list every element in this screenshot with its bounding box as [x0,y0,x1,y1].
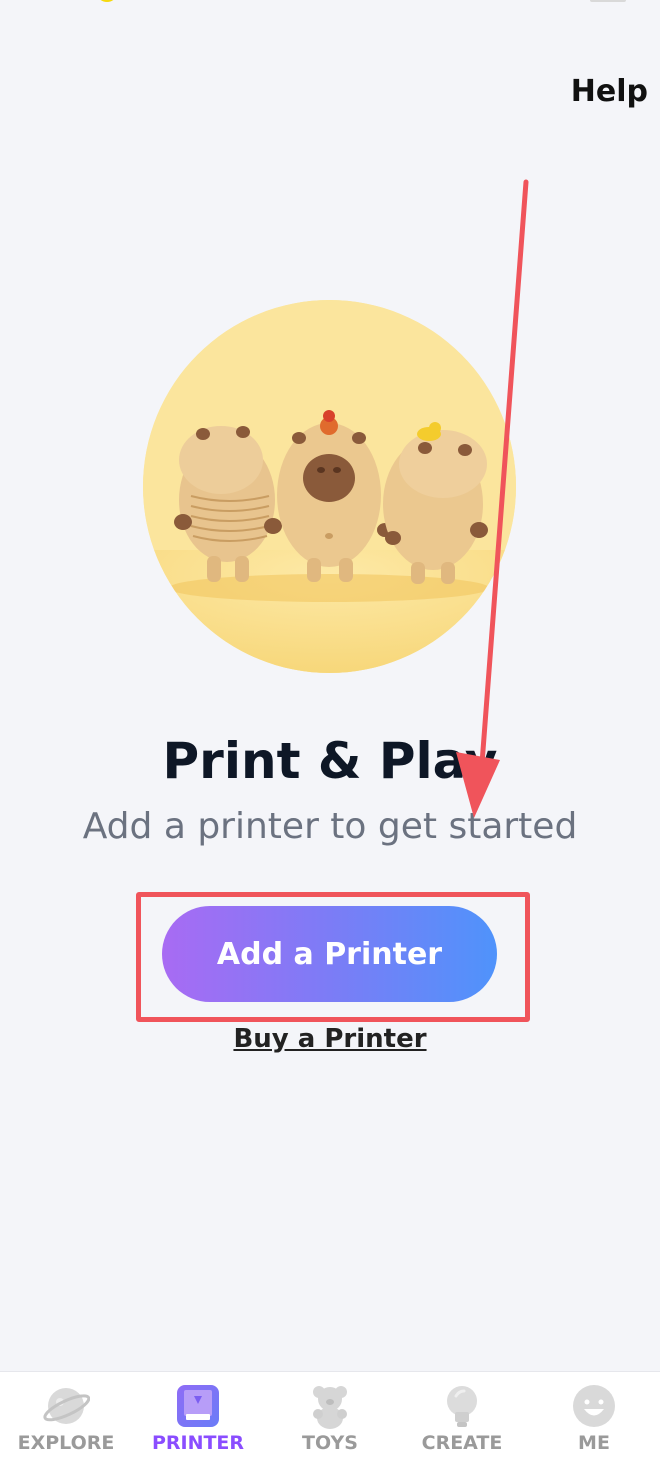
page-title: Print & Play [162,732,498,790]
teddy-bear-icon [313,1386,347,1429]
help-link[interactable]: Help [571,74,648,109]
tab-explore[interactable]: EXPLORE [0,1372,132,1470]
lightbulb-icon [447,1386,477,1427]
status-indicator [98,0,116,2]
capybara-toys-illustration [143,300,516,673]
buy-printer-link[interactable]: Buy a Printer [0,1024,660,1054]
hero-image [143,300,516,673]
tab-create-label: CREATE [421,1432,503,1454]
planet-icon [43,1388,90,1424]
tab-printer[interactable]: PRINTER [132,1372,264,1470]
bottom-tab-bar: EXPLORE PRINTER TOYS CREATE ME [0,1371,660,1470]
highlight-box [136,892,530,1022]
page-subtitle: Add a printer to get started [82,806,578,847]
smiley-face-icon [573,1385,615,1427]
printer-screen: Help Print & Play Add a printer to get s… [0,0,660,1470]
status-bar-indicator [590,0,626,2]
tab-toys-label: TOYS [302,1432,358,1454]
tab-toys[interactable]: TOYS [264,1372,396,1470]
printer-icon [177,1385,219,1427]
tab-explore-label: EXPLORE [17,1432,115,1454]
tab-printer-label: PRINTER [151,1432,245,1454]
tab-create[interactable]: CREATE [396,1372,528,1470]
tab-me-label: ME [578,1432,610,1454]
tab-me[interactable]: ME [528,1372,660,1470]
